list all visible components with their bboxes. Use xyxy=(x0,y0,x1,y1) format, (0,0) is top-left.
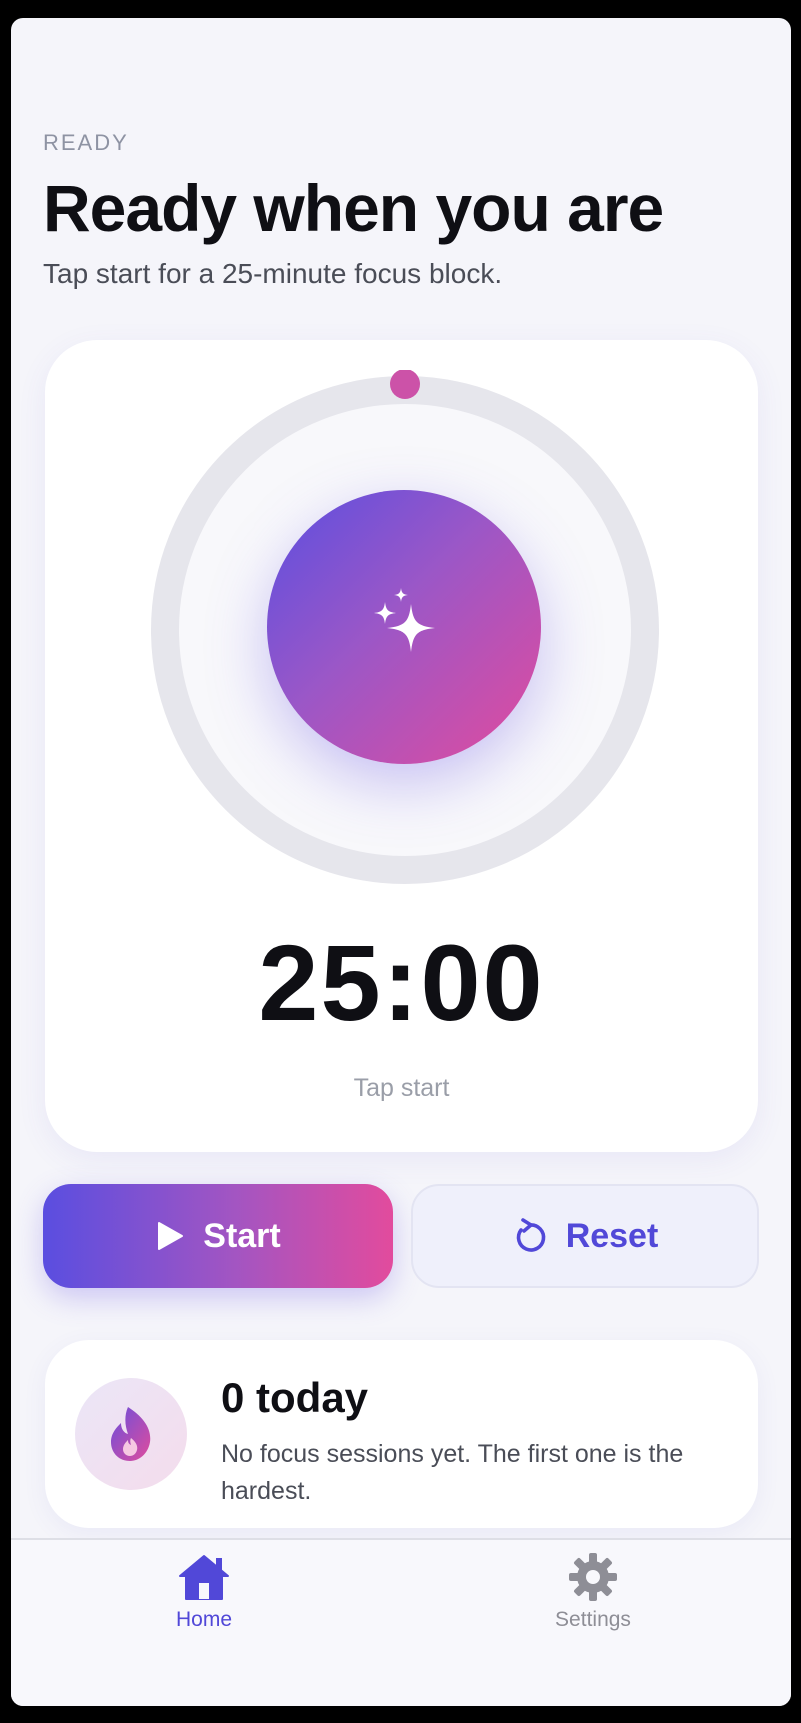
stats-badge xyxy=(75,1378,187,1490)
sessions-card: 0 today No focus sessions yet. The first… xyxy=(45,1340,758,1528)
gear-icon xyxy=(569,1553,617,1601)
page-subtitle: Tap start for a 25-minute focus block. xyxy=(43,258,503,289)
sparkles-icon xyxy=(374,588,435,652)
page-title: Ready when you are xyxy=(43,171,664,245)
timer-card: 25:00 Tap start xyxy=(45,340,758,1152)
timer-display: 25:00 xyxy=(258,922,545,1043)
reset-icon xyxy=(516,1218,545,1252)
sessions-description: No focus sessions yet. The first one is … xyxy=(221,1440,684,1505)
start-button-label: Start xyxy=(203,1216,281,1255)
sessions-count: 0 today xyxy=(221,1374,369,1421)
status-eyebrow: READY xyxy=(43,130,129,155)
tab-settings[interactable]: Settings xyxy=(513,1552,673,1632)
tab-settings-label: Settings xyxy=(555,1608,631,1631)
tab-home[interactable]: Home xyxy=(124,1552,284,1632)
timer-hint: Tap start xyxy=(353,1074,450,1102)
ring-knob[interactable] xyxy=(390,370,420,399)
app-screen: READY Ready when you are Tap start for a… xyxy=(11,18,791,1706)
house-icon xyxy=(179,1555,229,1600)
tab-home-label: Home xyxy=(175,1608,233,1631)
start-button[interactable]: Start xyxy=(43,1184,393,1288)
tab-bar: Home Settings xyxy=(11,1538,791,1706)
focus-orb[interactable] xyxy=(267,490,541,764)
reset-button-label: Reset xyxy=(565,1216,659,1255)
play-icon xyxy=(158,1222,184,1250)
reset-button[interactable]: Reset xyxy=(411,1184,759,1288)
flame-icon xyxy=(111,1407,151,1461)
